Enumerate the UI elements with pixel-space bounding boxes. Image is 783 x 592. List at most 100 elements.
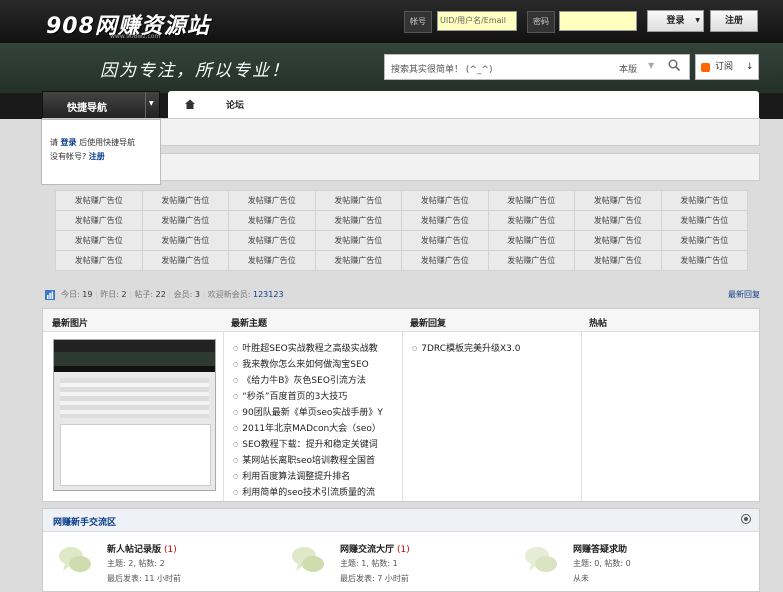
ad-row: 发帖赚广告位 发帖赚广告位 发帖赚广告位 发帖赚广告位 发帖赚广告位 发帖赚广告位 发帖赚广… (55, 230, 748, 251)
panel-register-link[interactable]: 注册 (89, 152, 105, 161)
collapse-icon[interactable] (741, 514, 751, 524)
forum-item: 网赚答疑求助 主题: 0, 帖数: 0 从未 (523, 539, 753, 589)
topic-link[interactable]: 90团队最新《单页seo实战手册》Y (233, 405, 393, 421)
ad-cell[interactable]: 发帖赚广告位 (487, 210, 575, 231)
account-label: 帐号 (404, 11, 432, 33)
search-icon[interactable] (668, 59, 680, 71)
search-box[interactable]: 搜索其实很简单！ (^_^) 本版 ▼ (384, 54, 690, 80)
chat-bubbles-icon[interactable] (523, 543, 559, 577)
col-latest-topics: 最新主题 (231, 319, 268, 329)
ad-cell[interactable]: 发帖赚广告位 (487, 190, 575, 211)
ad-cell[interactable]: 发帖赚广告位 (141, 250, 229, 271)
zone-header: 网赚新手交流区 (43, 509, 759, 532)
ad-grid: 发帖赚广告位 发帖赚广告位 发帖赚广告位 发帖赚广告位 发帖赚广告位 发帖赚广告位 发帖赚广… (55, 190, 748, 271)
ad-cell[interactable]: 发帖赚广告位 (314, 230, 402, 251)
ad-cell[interactable]: 发帖赚广告位 (228, 210, 316, 231)
divider (223, 331, 224, 501)
ad-cell[interactable]: 发帖赚广告位 (314, 210, 402, 231)
ad-cell[interactable]: 发帖赚广告位 (55, 250, 143, 271)
topic-link[interactable]: 利用百度算法调整提升排名 (233, 469, 393, 485)
ad-cell[interactable]: 发帖赚广告位 (401, 230, 489, 251)
ad-cell[interactable]: 发帖赚广告位 (660, 230, 748, 251)
forum-name-text[interactable]: 网赚答疑求助 (573, 545, 627, 555)
ad-cell[interactable]: 发帖赚广告位 (141, 210, 229, 231)
forum-new-count: (1) (397, 545, 410, 555)
forum-stats: 今日: 19 | 昨日: 2 | 帖子: 22 | 会员: 3 | 欢迎新会员:… (61, 290, 284, 299)
panel-text: 后使用快捷导航 (79, 138, 136, 147)
topic-link[interactable]: 叶胜超SEO实战教程之高级实战教 (233, 341, 393, 357)
forum-name-text[interactable]: 网赚交流大厅 (340, 545, 394, 555)
ad-cell[interactable]: 发帖赚广告位 (314, 250, 402, 271)
ad-cell[interactable]: 发帖赚广告位 (141, 190, 229, 211)
ad-row: 发帖赚广告位 发帖赚广告位 发帖赚广告位 发帖赚广告位 发帖赚广告位 发帖赚广告位 发帖赚广… (55, 250, 748, 271)
ad-cell[interactable]: 发帖赚广告位 (487, 230, 575, 251)
slogan: 因为专注，所以专业！ (100, 61, 290, 81)
latest-image-thumbnail[interactable] (53, 339, 216, 491)
panel-login-link[interactable]: 登录 (61, 138, 77, 147)
ad-cell[interactable]: 发帖赚广告位 (228, 190, 316, 211)
thumbnail-nav (54, 366, 215, 372)
ad-cell[interactable]: 发帖赚广告位 (487, 250, 575, 271)
ad-cell[interactable]: 发帖赚广告位 (660, 250, 748, 271)
triangle-down-icon: ▼ (149, 100, 154, 107)
ad-cell[interactable]: 发帖赚广告位 (401, 190, 489, 211)
stat-today: 19 (82, 290, 93, 299)
account-input[interactable]: UID/用户名/Email (437, 11, 517, 31)
forum-stats: 主题: 1, 帖数: 1 (340, 559, 398, 568)
forum-name-text[interactable]: 新人帖记录版 (107, 545, 161, 555)
topic-link[interactable]: 我来教你怎么来如何做淘宝SEO (233, 357, 393, 373)
forum-last-post: 最后发表: 7 小时前 (340, 574, 409, 583)
chat-bubbles-icon[interactable] (57, 543, 93, 577)
ad-cell[interactable]: 发帖赚广告位 (141, 230, 229, 251)
reply-link[interactable]: 7DRC模板完美升级X3.0 (412, 341, 572, 357)
topic-link[interactable]: 2011年北京MADcon大会（seo） (233, 421, 393, 437)
arrow-down-icon: ↓ (746, 62, 754, 72)
ad-cell[interactable]: 发帖赚广告位 (660, 190, 748, 211)
forum-item: 网赚交流大厅 (1) 主题: 1, 帖数: 1 最后发表: 7 小时前 (290, 539, 520, 589)
tab-forum[interactable]: 论坛 (226, 98, 244, 111)
ad-cell[interactable]: 发帖赚广告位 (55, 190, 143, 211)
forum-stats: 主题: 2, 帖数: 2 (107, 559, 165, 568)
register-button[interactable]: 注册 (710, 10, 758, 32)
stat-posts: 22 (155, 290, 166, 299)
ad-cell[interactable]: 发帖赚广告位 (574, 250, 662, 271)
chevron-down-icon[interactable]: ▼ (648, 61, 654, 70)
subscribe-button[interactable]: 订阅 ↓ (695, 54, 759, 80)
topic-link[interactable]: 某网站长离职seo培训教程全国首 (233, 453, 393, 469)
forum-name[interactable]: 新人帖记录版 (1) (107, 542, 177, 555)
topic-link[interactable]: SEO教程下载：提升和稳定关键词 (233, 437, 393, 453)
ad-cell[interactable]: 发帖赚广告位 (401, 210, 489, 231)
login-button[interactable]: 登录 ▼ (647, 10, 704, 32)
ad-cell[interactable]: 发帖赚广告位 (574, 190, 662, 211)
ad-cell[interactable]: 发帖赚广告位 (228, 250, 316, 271)
password-input[interactable] (559, 11, 637, 31)
stat-yesterday: 2 (121, 290, 127, 299)
new-member-link[interactable]: 123123 (253, 290, 284, 299)
latest-reply-link[interactable]: 最新回复 (728, 289, 760, 300)
ad-cell[interactable]: 发帖赚广告位 (401, 250, 489, 271)
topic-link[interactable]: “秒杀”百度首页的3大技巧 (233, 389, 393, 405)
topic-link[interactable]: 利用简单的seo技术引流质量的流 (233, 485, 393, 501)
col-hot-posts: 热帖 (589, 319, 608, 329)
ad-cell[interactable]: 发帖赚广告位 (660, 210, 748, 231)
ad-cell[interactable]: 发帖赚广告位 (55, 230, 143, 251)
zone-title[interactable]: 网赚新手交流区 (53, 515, 116, 528)
forum-name[interactable]: 网赚答疑求助 (573, 542, 627, 555)
ad-row: 发帖赚广告位 发帖赚广告位 发帖赚广告位 发帖赚广告位 发帖赚广告位 发帖赚广告位 发帖赚广… (55, 190, 748, 211)
forum-name[interactable]: 网赚交流大厅 (1) (340, 542, 410, 555)
login-dropdown-icon[interactable]: ▼ (695, 11, 700, 31)
ad-cell[interactable]: 发帖赚广告位 (228, 230, 316, 251)
home-icon[interactable] (184, 98, 196, 110)
ad-cell[interactable]: 发帖赚广告位 (574, 230, 662, 251)
topic-link[interactable]: 《给力牛B》灰色SEO引流方法 (233, 373, 393, 389)
ad-cell[interactable]: 发帖赚广告位 (55, 210, 143, 231)
chat-bubbles-icon[interactable] (290, 543, 326, 577)
ad-cell[interactable]: 发帖赚广告位 (314, 190, 402, 211)
rss-icon (701, 63, 710, 72)
stat-label: 今日: (61, 290, 80, 299)
ad-cell[interactable]: 发帖赚广告位 (574, 210, 662, 231)
search-input[interactable]: 搜索其实很简单！ (^_^) (391, 62, 492, 75)
quick-nav-button[interactable]: 快捷导航 ▼ (42, 91, 160, 119)
latest-topics-list: 叶胜超SEO实战教程之高级实战教 我来教你怎么来如何做淘宝SEO 《给力牛B》灰… (233, 341, 393, 501)
search-scope-select[interactable]: 本版 (619, 62, 637, 75)
